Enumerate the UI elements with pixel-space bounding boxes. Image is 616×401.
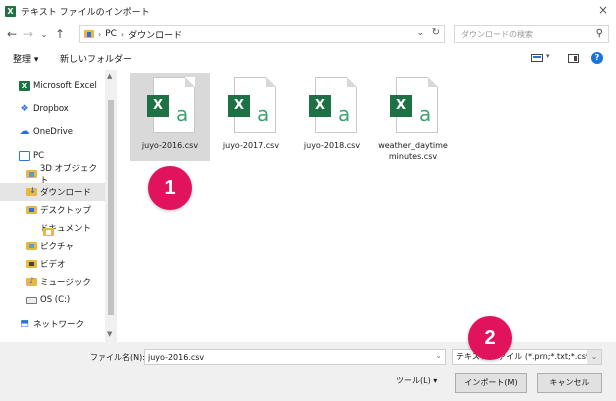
excel-csv-file-icon: X a bbox=[309, 77, 357, 133]
sidebar-item-onedrive[interactable]: ☁ OneDrive bbox=[0, 123, 105, 141]
excel-csv-file-icon: X a bbox=[147, 77, 195, 133]
folder-desktop-icon bbox=[26, 206, 37, 214]
breadcrumb-pc[interactable]: PC bbox=[105, 29, 117, 39]
excel-csv-file-icon: X a bbox=[390, 77, 438, 133]
address-bar[interactable]: › PC › ダウンロード ⌄ ↻ bbox=[79, 25, 445, 43]
scrollbar-thumb[interactable] bbox=[108, 100, 114, 315]
navigation-pane: X Microsoft Excel ❖ Dropbox ☁ OneDrive P… bbox=[0, 70, 105, 342]
change-view-button[interactable]: ▾ bbox=[531, 52, 553, 64]
view-icon bbox=[531, 54, 543, 62]
sidebar-item-desktop[interactable]: デスクトップ bbox=[0, 201, 105, 219]
file-item-juyo-2017[interactable]: X a juyo-2017.csv bbox=[211, 73, 291, 161]
step-1-callout: 1 bbox=[148, 166, 192, 210]
search-box[interactable]: ⚲ bbox=[454, 25, 609, 43]
window-title: テキスト ファイルのインポート bbox=[21, 7, 150, 18]
help-icon[interactable]: ? bbox=[591, 52, 603, 64]
command-bar: 整理 ▾ 新しいフォルダー ▾ ? bbox=[0, 46, 616, 70]
tools-button[interactable]: ツール(L) ▾ bbox=[396, 375, 437, 386]
file-name: juyo-2018.csv bbox=[303, 141, 361, 150]
sidebar-item-label: OS (C:) bbox=[40, 295, 71, 305]
sidebar-item-documents[interactable]: ドキュメント bbox=[0, 219, 105, 237]
file-item-juyo-2018[interactable]: X a juyo-2018.csv bbox=[292, 73, 372, 161]
back-arrow-icon[interactable]: ← bbox=[4, 27, 20, 41]
sidebar-item-label: Dropbox bbox=[33, 104, 69, 114]
chevron-down-icon[interactable]: ⌄ bbox=[587, 350, 601, 364]
sidebar-item-network[interactable]: ⬒ ネットワーク bbox=[0, 315, 105, 333]
recent-locations-chevron-icon[interactable]: ⌄ bbox=[36, 30, 52, 39]
sidebar-item-label: PC bbox=[33, 151, 45, 161]
folder-3d-icon bbox=[26, 170, 37, 178]
breadcrumb-separator: › bbox=[120, 29, 125, 39]
dialog-footer: ファイル名(N): ⌄ テキスト ファイル (*.prn;*.txt;*.csv… bbox=[0, 342, 616, 401]
sidebar-item-os-drive[interactable]: OS (C:) bbox=[0, 291, 105, 309]
scroll-up-icon[interactable]: ▲ bbox=[107, 72, 112, 80]
search-input[interactable] bbox=[461, 29, 581, 39]
file-item-weather-daytime-minutes[interactable]: X a weather_daytime minutes.csv bbox=[373, 73, 453, 161]
excel-app-icon: X bbox=[5, 5, 16, 17]
excel-csv-file-icon: X a bbox=[228, 77, 276, 133]
file-name: juyo-2016.csv bbox=[141, 141, 199, 150]
sidebar-item-music[interactable]: ミュージック bbox=[0, 273, 105, 291]
file-item-juyo-2016[interactable]: X a juyo-2016.csv bbox=[130, 73, 210, 161]
breadcrumb-separator: › bbox=[98, 29, 102, 39]
network-icon: ⬒ bbox=[20, 319, 29, 329]
refresh-icon[interactable]: ↻ bbox=[432, 27, 440, 38]
sidebar-item-label: ダウンロード bbox=[40, 188, 92, 198]
filename-input[interactable] bbox=[148, 352, 428, 362]
sidebar-scrollbar[interactable]: ▲ ▼ bbox=[105, 70, 117, 342]
sidebar-item-label: ビデオ bbox=[40, 260, 66, 270]
close-icon[interactable]: × bbox=[598, 3, 608, 17]
folder-download-icon bbox=[26, 186, 37, 196]
sidebar-item-label: Microsoft Excel bbox=[33, 81, 97, 91]
file-name: juyo-2017.csv bbox=[222, 141, 280, 150]
onedrive-icon: ☁ bbox=[19, 126, 30, 137]
filename-label: ファイル名(N): bbox=[90, 353, 145, 362]
folder-documents-icon bbox=[43, 228, 54, 236]
up-arrow-icon[interactable]: ↑ bbox=[52, 27, 68, 41]
chevron-down-icon: ▾ bbox=[546, 52, 550, 60]
sidebar-item-label: ピクチャ bbox=[40, 242, 74, 252]
sidebar-item-dropbox[interactable]: ❖ Dropbox bbox=[0, 100, 105, 118]
folder-music-icon bbox=[26, 276, 37, 286]
download-folder-icon bbox=[84, 30, 94, 38]
title-bar: X テキスト ファイルのインポート × bbox=[0, 0, 616, 22]
folder-videos-icon bbox=[26, 260, 37, 268]
chevron-down-icon[interactable]: ⌄ bbox=[435, 351, 442, 360]
cancel-button[interactable]: キャンセル bbox=[537, 373, 602, 393]
sidebar-item-label: ネットワーク bbox=[33, 320, 85, 330]
sidebar-item-3d-objects[interactable]: 3D オブジェクト bbox=[0, 164, 105, 186]
dropbox-icon: ❖ bbox=[20, 104, 29, 114]
address-row: ← → ⌄ ↑ › PC › ダウンロード ⌄ ↻ ⚲ bbox=[0, 22, 616, 46]
drive-icon bbox=[26, 296, 37, 304]
import-button[interactable]: インポート(M) bbox=[455, 373, 527, 393]
file-list: X a juyo-2016.csv X a juyo-2017.csv X a … bbox=[117, 70, 616, 342]
breadcrumb-downloads[interactable]: ダウンロード bbox=[128, 28, 182, 41]
sidebar-item-downloads[interactable]: ダウンロード bbox=[0, 183, 105, 201]
preview-pane-icon[interactable] bbox=[568, 54, 579, 63]
filename-field[interactable]: ⌄ bbox=[144, 349, 446, 365]
sidebar-item-videos[interactable]: ビデオ bbox=[0, 255, 105, 273]
step-2-callout: 2 bbox=[468, 316, 512, 360]
search-icon[interactable]: ⚲ bbox=[596, 28, 603, 39]
organize-button[interactable]: 整理 ▾ bbox=[13, 52, 38, 65]
sidebar-item-label: OneDrive bbox=[33, 127, 73, 137]
new-folder-button[interactable]: 新しいフォルダー bbox=[60, 52, 132, 65]
sidebar-item-excel[interactable]: X Microsoft Excel bbox=[0, 77, 105, 95]
excel-icon: X bbox=[19, 81, 30, 91]
forward-arrow-icon[interactable]: → bbox=[20, 27, 36, 41]
file-name: weather_daytime minutes.csv bbox=[378, 141, 448, 161]
scroll-down-icon[interactable]: ▼ bbox=[107, 330, 112, 338]
address-dropdown-chevron-icon[interactable]: ⌄ bbox=[416, 28, 424, 38]
sidebar-item-label: ミュージック bbox=[40, 278, 91, 288]
sidebar-item-label: デスクトップ bbox=[40, 206, 92, 216]
pc-icon bbox=[19, 151, 30, 161]
folder-pictures-icon bbox=[26, 242, 37, 250]
sidebar-item-pictures[interactable]: ピクチャ bbox=[0, 237, 105, 255]
